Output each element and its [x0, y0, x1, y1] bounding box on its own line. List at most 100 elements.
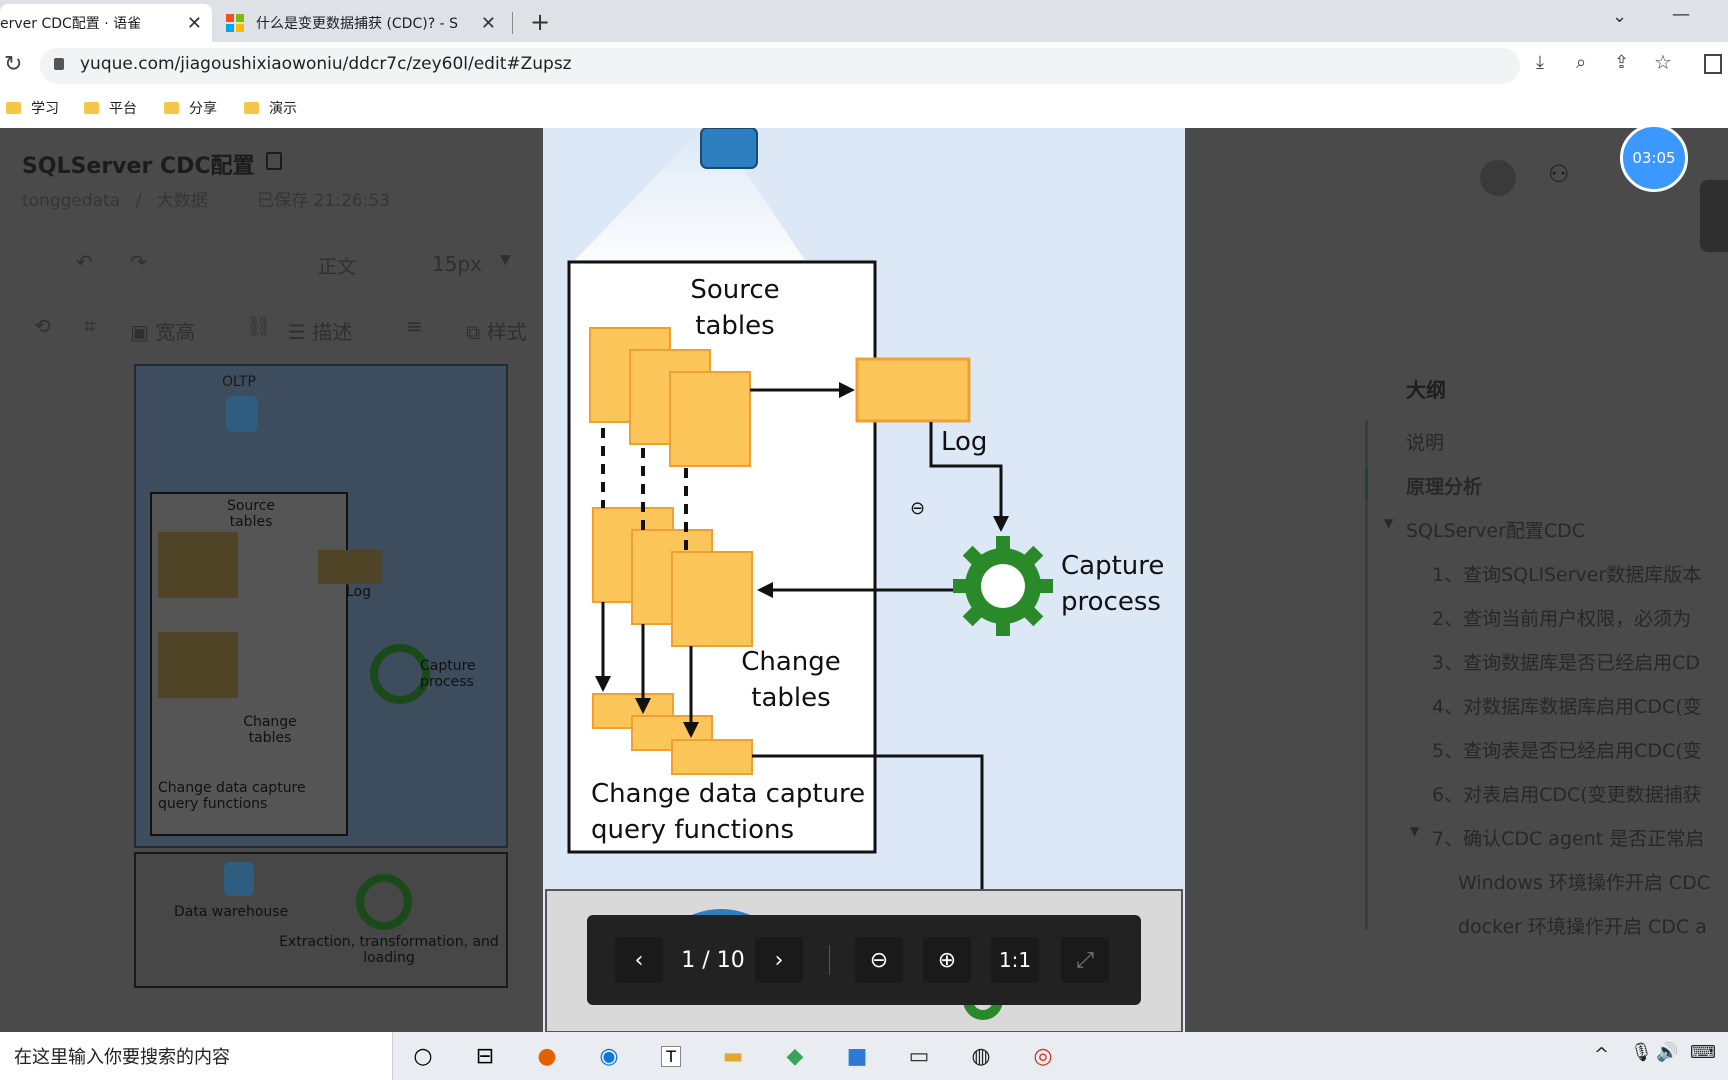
outline-title: 大纲 — [1406, 378, 1446, 402]
lock-icon — [266, 152, 282, 170]
folder-icon — [84, 102, 99, 114]
prev-button[interactable]: ‹ — [615, 937, 663, 983]
bookmark-item[interactable]: 学习 — [6, 98, 59, 118]
microphone-icon[interactable]: 🎙 — [1630, 1042, 1653, 1063]
zoom-icon[interactable]: ⌕ — [1576, 52, 1586, 73]
app-icon[interactable]: ◍ — [962, 1038, 1000, 1074]
font-size-select[interactable]: 15px — [432, 252, 482, 276]
tab-active[interactable]: erver CDC配置 · 语雀 ✕ — [0, 4, 212, 42]
label-change-tables: Change — [741, 647, 841, 677]
redo-icon[interactable]: ↷ — [130, 250, 147, 274]
add-user-icon[interactable]: ⚇ — [1548, 160, 1570, 188]
size-button[interactable]: ▣ 宽高 — [130, 316, 195, 345]
actual-size-button[interactable]: 1:1 — [991, 937, 1039, 983]
tab-title: erver CDC配置 · 语雀 — [0, 16, 142, 32]
tab-inactive[interactable]: 什么是变更数据捕获 (CDC)? - S ✕ — [226, 4, 506, 42]
folder-icon — [6, 102, 21, 114]
avatar[interactable] — [1480, 160, 1516, 196]
star-icon[interactable]: ☆ — [1654, 50, 1672, 74]
recording-timer[interactable]: 03:05 — [1620, 124, 1688, 192]
cortana-icon[interactable]: ○ — [404, 1038, 442, 1074]
share-icon[interactable]: ⇪ — [1614, 52, 1629, 73]
database-icon — [224, 862, 254, 896]
fullscreen-icon[interactable]: ⤢ — [1061, 937, 1109, 983]
firefox-icon[interactable]: ● — [528, 1038, 566, 1074]
rotate-icon[interactable]: ⟲ — [34, 314, 51, 338]
new-tab-button[interactable]: + — [530, 8, 550, 36]
align-icon[interactable]: ≡ — [406, 314, 423, 338]
label-query-functions: Change data capture — [591, 779, 865, 809]
bookmark-item[interactable]: 分享 — [164, 98, 217, 118]
zoom-out-icon[interactable]: ⊖ — [855, 937, 903, 983]
label-source-tables: tables — [695, 311, 774, 341]
reload-icon[interactable]: ↻ — [4, 52, 22, 77]
outline-item[interactable]: Windows 环境操作开启 CDC — [1458, 868, 1710, 895]
image-thumbnail-warehouse[interactable]: Data warehouse Extraction, transformatio… — [134, 852, 508, 988]
app-icon[interactable]: ◆ — [776, 1038, 814, 1074]
paragraph-style-select[interactable]: 正文 — [318, 252, 356, 279]
outline-item[interactable]: SQLServer配置CDC — [1406, 516, 1585, 543]
tab-separator — [512, 12, 513, 34]
link-icon[interactable]: ⛓ — [246, 314, 271, 338]
outline-item[interactable]: 5、查询表是否已经启用CDC(变 — [1432, 736, 1702, 763]
remote-desktop-icon[interactable]: ▭ — [900, 1038, 938, 1074]
task-view-icon[interactable]: ⊟ — [466, 1038, 504, 1074]
edge-icon[interactable]: ◉ — [590, 1038, 628, 1074]
close-icon[interactable]: ✕ — [471, 13, 506, 34]
chevron-up-icon[interactable]: ^ — [1594, 1044, 1609, 1065]
chevron-down-icon[interactable]: ⌄ — [1612, 6, 1627, 27]
chevron-down-icon[interactable]: ▼ — [1410, 824, 1419, 838]
sidebar-icon[interactable] — [1704, 54, 1722, 74]
breadcrumb: tonggedata / 大数据 已保存 21:26:53 — [22, 191, 390, 211]
label-change-tables: tables — [751, 683, 830, 713]
image-viewer-controls: ‹ 1 / 10 › ⊖ ⊕ 1:1 ⤢ — [587, 915, 1141, 1005]
next-button[interactable]: › — [755, 937, 803, 983]
undo-icon[interactable]: ↶ — [76, 250, 93, 274]
gear-icon — [953, 536, 1053, 636]
bookmark-item[interactable]: 演示 — [244, 98, 297, 118]
file-explorer-icon[interactable]: ▬ — [714, 1038, 752, 1074]
lock-icon — [54, 58, 64, 70]
outline-item[interactable]: 1、查询SQLlServer数据库版本 — [1432, 560, 1701, 587]
image-thumbnail[interactable]: OLTP Source tables Log Capture process C… — [134, 364, 508, 848]
taskbar-search[interactable]: 在这里输入你要搜索的内容 — [0, 1032, 393, 1080]
outline-item[interactable]: 7、确认CDC agent 是否正常启 — [1432, 824, 1704, 851]
outline-item[interactable]: 4、对数据库数据库启用CDC(变 — [1432, 692, 1702, 719]
outline-active-marker — [1365, 466, 1368, 500]
label-log: Log — [941, 427, 987, 457]
database-icon — [226, 396, 258, 432]
crop-icon[interactable]: ⌗ — [84, 314, 95, 338]
outline-item-active[interactable]: 原理分析 — [1406, 472, 1482, 499]
typora-icon[interactable]: T — [652, 1038, 690, 1074]
app-icon[interactable]: ■ — [838, 1038, 876, 1074]
outline-item[interactable]: docker 环境操作开启 CDC a — [1458, 912, 1707, 939]
zoom-out-cursor-icon: ⊖ — [910, 498, 926, 519]
url-text[interactable]: yuque.com/jiagoushixiaowoniu/ddcr7c/zey6… — [80, 54, 572, 74]
saved-status: 已保存 21:26:53 — [257, 191, 390, 211]
language-icon[interactable]: ⌨ — [1690, 1042, 1716, 1063]
outline-item[interactable]: 6、对表启用CDC(变更数据捕获 — [1432, 780, 1702, 807]
panel-toggle[interactable] — [1700, 180, 1728, 252]
bookmark-item[interactable]: 平台 — [84, 98, 137, 118]
install-icon[interactable]: ⤓ — [1536, 52, 1544, 73]
minimize-icon[interactable]: — — [1672, 4, 1690, 25]
style-button[interactable]: ⧉ 样式 — [466, 316, 527, 345]
taskbar-search-input[interactable]: 在这里输入你要搜索的内容 — [14, 1043, 230, 1069]
database-icon — [700, 128, 758, 169]
windows-logo-icon — [226, 14, 244, 32]
volume-icon[interactable]: 🔊 — [1656, 1042, 1678, 1063]
page-title: SQLServer CDC配置 — [22, 154, 255, 179]
zoom-in-icon[interactable]: ⊕ — [923, 937, 971, 983]
gear-icon — [356, 874, 412, 930]
chrome-icon[interactable]: ◎ — [1024, 1038, 1062, 1074]
outline-item[interactable]: 说明 — [1406, 428, 1444, 455]
chevron-down-icon[interactable]: ▼ — [1384, 516, 1393, 530]
describe-button[interactable]: ☰ 描述 — [288, 316, 352, 345]
outline-item[interactable]: 3、查询数据库是否已经启用CD — [1432, 648, 1700, 675]
label-capture: Capture — [1061, 551, 1164, 581]
label-source-tables: Source — [690, 275, 779, 305]
close-icon[interactable]: ✕ — [177, 13, 212, 34]
outline-item[interactable]: 2、查询当前用户权限，必须为 — [1432, 604, 1691, 631]
cdc-diagram: Source tables Log Capture process Change… — [545, 128, 1183, 1032]
chevron-down-icon[interactable]: ▼ — [500, 252, 511, 268]
